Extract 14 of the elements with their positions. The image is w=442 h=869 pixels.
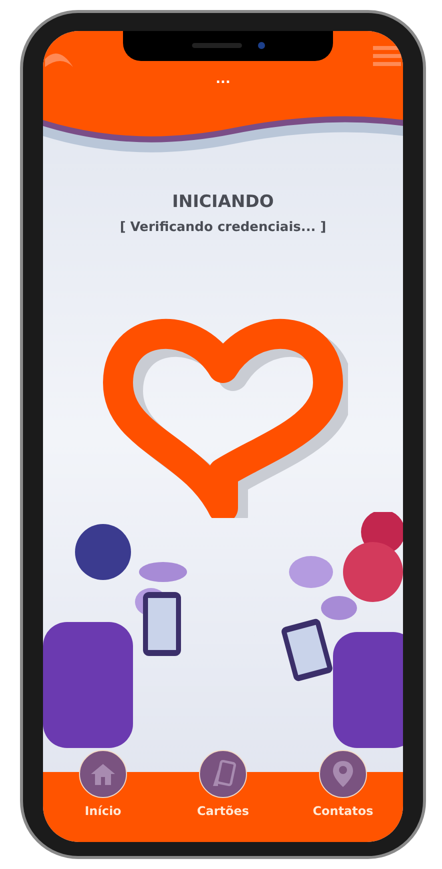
nav-tab[interactable]: Contatos xyxy=(311,750,375,832)
speaker-grille xyxy=(192,42,242,48)
loading-dots: ... xyxy=(216,73,230,86)
status-title: INICIANDO xyxy=(172,194,274,211)
location-pin-icon xyxy=(332,760,354,788)
menu-icon[interactable] xyxy=(373,43,401,69)
status-message: [ Verificando credenciais... ] xyxy=(120,221,326,234)
nav-tab[interactable]: Cartões xyxy=(191,750,255,832)
nav-label: Cartões xyxy=(196,803,250,820)
nav-label: Contatos xyxy=(312,803,374,820)
nav-label: Início xyxy=(84,803,122,820)
nav-tab[interactable]: Início xyxy=(71,750,135,832)
cards-icon xyxy=(210,760,236,788)
house-icon xyxy=(90,762,116,786)
